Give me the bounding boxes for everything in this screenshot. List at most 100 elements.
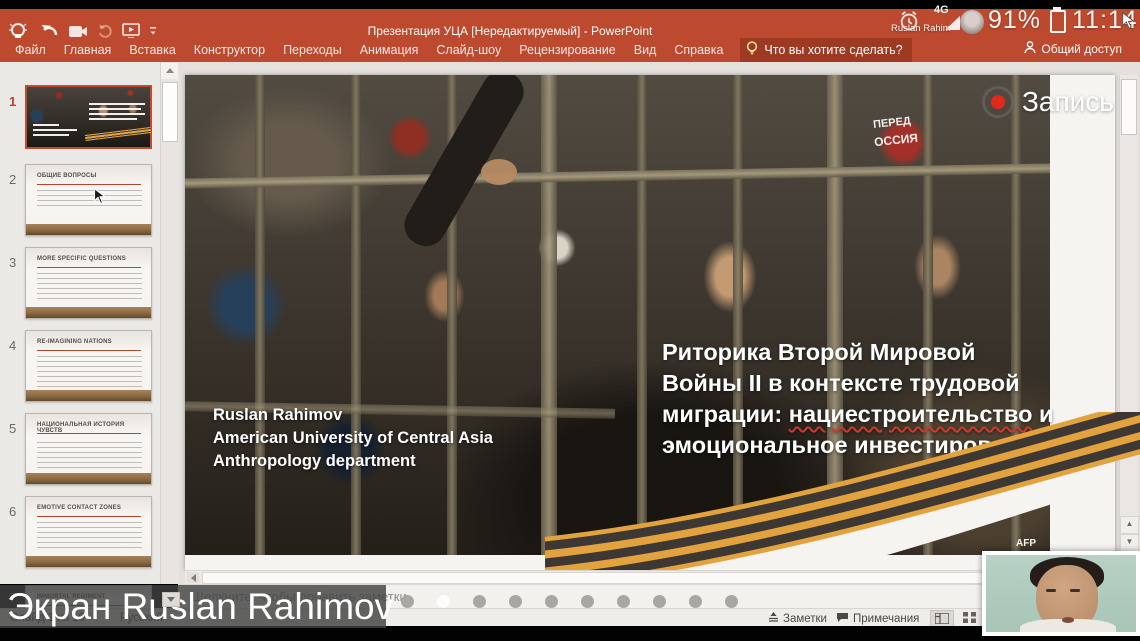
- slide-thumbnail-2[interactable]: ОБЩИЕ ВОПРОСЫ: [25, 164, 152, 236]
- title-underline: [37, 516, 141, 517]
- thumbnail-floor-image: [26, 390, 151, 401]
- slide-number: 5: [9, 421, 16, 436]
- recording-label: Запись: [1022, 86, 1114, 118]
- clock-label: 11:14: [1072, 6, 1138, 35]
- thumbnail-title: ОБЩИЕ ВОПРОСЫ: [37, 173, 144, 179]
- slide-author-block[interactable]: Ruslan Rahimov American University of Ce…: [213, 404, 493, 473]
- thumbnail-text-lines: [37, 273, 142, 299]
- panel-scroll-up-button[interactable]: [161, 63, 178, 79]
- slide-title-spellchecked-word: нациестроительство: [789, 401, 1033, 427]
- panel-scrollbar-thumb[interactable]: [162, 82, 178, 142]
- lightbulb-icon: [746, 41, 758, 59]
- webcam-person-eye: [1070, 589, 1080, 592]
- vertical-scrollbar[interactable]: [1119, 75, 1138, 570]
- thumbnail-title: RE-IMAGINING NATIONS: [37, 339, 144, 345]
- person-icon: [1024, 41, 1036, 57]
- start-slideshow-icon[interactable]: [122, 23, 140, 39]
- indicator-dot: [545, 595, 558, 608]
- tab-view[interactable]: Вид: [625, 43, 666, 57]
- thumbnail-collapse-button[interactable]: [162, 592, 180, 607]
- vertical-scrollbar-thumb[interactable]: [1121, 79, 1137, 135]
- author-name: Ruslan Rahimov: [213, 404, 493, 427]
- slide-number: 6: [9, 504, 16, 519]
- thumbnail-text-lines: [37, 356, 142, 388]
- photo-credit: AFP: [1016, 538, 1036, 549]
- tab-animations[interactable]: Анимация: [351, 43, 428, 57]
- horizontal-scroll-left-button[interactable]: [187, 572, 199, 583]
- webcam-person-mouth: [1062, 617, 1074, 623]
- previous-slide-button[interactable]: ▲: [1120, 516, 1139, 534]
- notes-toggle[interactable]: Заметки: [768, 612, 827, 625]
- fence-rail: [185, 163, 1050, 188]
- thumbnail-text-lines: [37, 190, 142, 208]
- share-button-label: Общий доступ: [1041, 42, 1122, 56]
- indicator-dot: [509, 595, 522, 608]
- thumbnail-floor-image: [26, 224, 151, 235]
- slide-number: 2: [9, 172, 16, 187]
- screen-share-banner: Экран Ruslan Rahimov: [0, 585, 386, 628]
- title-underline: [37, 267, 141, 268]
- indicator-dot-active: [437, 595, 450, 608]
- slide-thumbnail-4[interactable]: RE-IMAGINING NATIONS: [25, 330, 152, 402]
- thumbnail-floor-image: [26, 556, 151, 567]
- letterbox-top: [0, 0, 1140, 9]
- slide-sorter-view-button[interactable]: [958, 610, 980, 625]
- tab-help[interactable]: Справка: [665, 43, 732, 57]
- slide-canvas[interactable]: ПЕРЕД ОССИЯ AFP Риторика Второй Мировой …: [185, 75, 1115, 570]
- slide-thumbnail-5[interactable]: НАЦИОНАЛЬНАЯ ИСТОРИЯ ЧУВСТВ: [25, 413, 152, 485]
- notes-toggle-label: Заметки: [783, 613, 827, 625]
- notification-icon: [960, 10, 984, 34]
- thumbnail-floor-image: [26, 307, 151, 318]
- gripping-hand: [481, 159, 517, 185]
- normal-view-button[interactable]: [930, 610, 954, 627]
- slide-number: 4: [9, 338, 16, 353]
- slide-thumbnail-6[interactable]: EMOTIVE CONTACT ZONES: [25, 496, 152, 568]
- webcam-thumbnail[interactable]: [982, 551, 1140, 636]
- indicator-dot: [725, 595, 738, 608]
- window-title: Презентация УЦА [Нередактируемый] - Powe…: [330, 24, 690, 38]
- slide-title[interactable]: Риторика Второй Мировой Войны II в конте…: [662, 337, 1054, 461]
- redo-icon[interactable]: [97, 23, 113, 39]
- slide-number: 3: [9, 255, 16, 270]
- comments-icon: [836, 612, 849, 626]
- title-underline: [37, 184, 141, 185]
- tab-insert[interactable]: Вставка: [120, 43, 184, 57]
- battery-icon-body: [1050, 10, 1066, 33]
- indicator-dot: [617, 595, 630, 608]
- tab-home[interactable]: Главная: [55, 43, 121, 57]
- tab-transitions[interactable]: Переходы: [274, 43, 351, 57]
- tab-review[interactable]: Рецензирование: [510, 43, 625, 57]
- indicator-dot: [581, 595, 594, 608]
- tell-me-search-text: Что вы хотите сделать?: [764, 43, 902, 57]
- tell-me-search[interactable]: Что вы хотите сделать?: [740, 38, 911, 62]
- thumbnail-text-lines: [37, 522, 142, 552]
- record-ring-icon: [982, 86, 1014, 118]
- camera-icon[interactable]: [68, 24, 88, 39]
- share-button[interactable]: Общий доступ: [1024, 41, 1122, 57]
- hat-text: ОССИЯ: [860, 129, 931, 150]
- letterbox-bottom: [0, 626, 1140, 641]
- tab-design[interactable]: Конструктор: [185, 43, 274, 57]
- slide-thumbnail-1[interactable]: [25, 85, 152, 149]
- author-affiliation: American University of Central Asia: [213, 427, 493, 450]
- next-slide-button[interactable]: ▼: [1120, 534, 1139, 552]
- comments-toggle[interactable]: Примечания: [836, 612, 919, 626]
- screen-share-label: Экран Ruslan Rahimov: [7, 586, 393, 628]
- slide-photo-crowd: ПЕРЕД ОССИЯ AFP: [185, 75, 1050, 555]
- record-dot-icon: [991, 95, 1005, 109]
- thumbnail-title: EMOTIVE CONTACT ZONES: [37, 505, 144, 511]
- tab-slideshow[interactable]: Слайд-шоу: [427, 43, 510, 57]
- title-underline: [37, 350, 141, 351]
- notes-icon: [768, 612, 779, 625]
- thumbnail-text-lines: [37, 442, 142, 468]
- ribbon-graphic-mini: [85, 127, 151, 141]
- indicator-dot: [653, 595, 666, 608]
- indicator-dot: [473, 595, 486, 608]
- title-underline: [37, 433, 141, 434]
- slide-number: 1: [9, 94, 16, 109]
- annotation-owner-label: Ruslan Rahim: [891, 23, 951, 34]
- customize-toolbar-icon[interactable]: [149, 25, 157, 37]
- comments-toggle-label: Примечания: [853, 613, 919, 625]
- slide-thumbnail-3[interactable]: MORE SPECIFIC QUESTIONS: [25, 247, 152, 319]
- tab-file[interactable]: Файл: [6, 43, 55, 57]
